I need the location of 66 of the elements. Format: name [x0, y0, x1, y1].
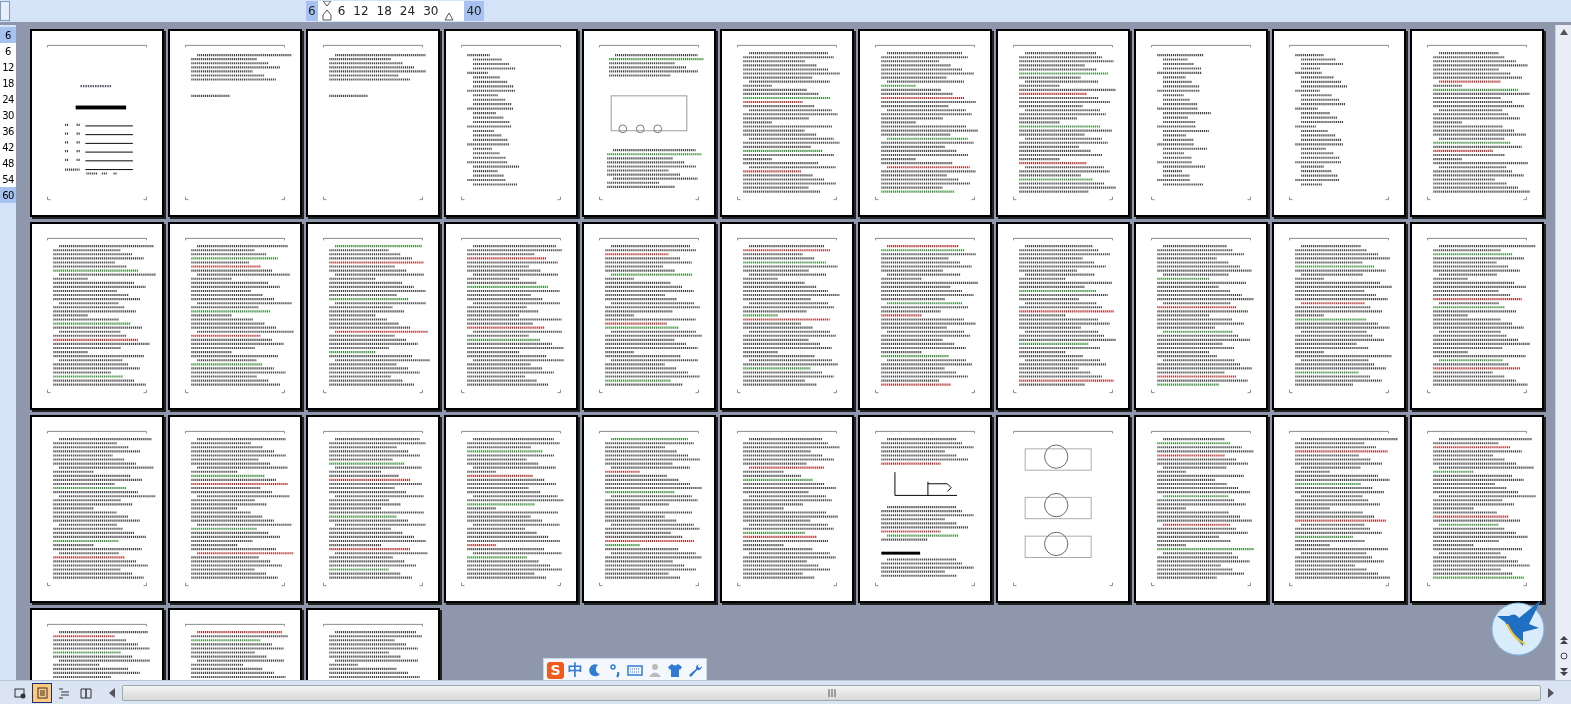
scroll-right-icon[interactable]: [1547, 687, 1555, 698]
ruler-number: 6: [0, 43, 16, 59]
page-thumbnail[interactable]: [1272, 29, 1406, 217]
ruler-number: 24: [0, 91, 16, 107]
page-thumbnail[interactable]: [1134, 222, 1268, 410]
bird-logo-icon[interactable]: [1489, 598, 1547, 656]
ruler-number: 12: [0, 59, 16, 75]
web-layout-icon: [13, 685, 27, 700]
page-thumbnail[interactable]: [1134, 29, 1268, 217]
scroll-left-icon[interactable]: [108, 687, 116, 698]
page-thumbnail[interactable]: [306, 222, 440, 410]
page-thumbnail[interactable]: [582, 222, 716, 410]
page-layout-icon: [35, 685, 49, 700]
page-thumbnail[interactable]: [306, 415, 440, 603]
indent-marker-icon[interactable]: [321, 1, 332, 21]
reading-view-icon: [79, 685, 93, 700]
page-thumbnail[interactable]: [1134, 415, 1268, 603]
ruler-number: 40: [464, 1, 484, 21]
scroll-up-icon[interactable]: [1559, 29, 1568, 35]
wrench-icon[interactable]: [687, 662, 703, 678]
page-thumbnail[interactable]: [168, 29, 302, 217]
page-thumbnail[interactable]: [1410, 415, 1544, 603]
page-thumbnail[interactable]: [582, 29, 716, 217]
ruler-number: 18: [0, 75, 16, 91]
ruler-number: 6: [306, 1, 318, 21]
page-thumbnail[interactable]: [444, 222, 578, 410]
page-thumbnail[interactable]: [30, 29, 164, 217]
scrollbar-thumb[interactable]: [122, 684, 1541, 701]
outline-view-icon: [57, 685, 71, 700]
page-thumbnail[interactable]: [168, 222, 302, 410]
ruler-number: 36: [0, 123, 16, 139]
page-thumbnail[interactable]: [30, 222, 164, 410]
page-thumbnail[interactable]: [996, 415, 1130, 603]
page-thumbnail[interactable]: [996, 29, 1130, 217]
page-thumbnail[interactable]: [168, 415, 302, 603]
page-thumbnail[interactable]: [30, 415, 164, 603]
previous-page-icon[interactable]: [1559, 636, 1568, 644]
page-thumbnail[interactable]: [1272, 222, 1406, 410]
input-method-logo[interactable]: S: [547, 661, 564, 679]
ruler-number: 60: [0, 187, 16, 203]
shirt-icon[interactable]: [667, 662, 683, 678]
ruler-number: 6: [0, 27, 16, 43]
browse-object-icon[interactable]: [1559, 652, 1568, 660]
input-mode-toggle[interactable]: 中: [568, 661, 583, 679]
page-thumbnail[interactable]: [582, 415, 716, 603]
page-thumbnail[interactable]: [858, 222, 992, 410]
page-thumbnail[interactable]: [444, 415, 578, 603]
ruler-number: 42: [0, 139, 16, 155]
page-thumbnail[interactable]: [306, 29, 440, 217]
page-layout-button[interactable]: [32, 682, 52, 703]
ruler-toggle-button[interactable]: [0, 1, 10, 21]
next-page-icon[interactable]: [1559, 668, 1568, 676]
page-thumbnail[interactable]: [720, 29, 854, 217]
keyboard-icon[interactable]: [627, 662, 643, 678]
page-thumbnail[interactable]: [444, 29, 578, 217]
ruler-number: 54: [0, 171, 16, 187]
page-thumbnail[interactable]: [1410, 222, 1544, 410]
page-thumbnail[interactable]: [858, 29, 992, 217]
page-thumbnail[interactable]: [720, 222, 854, 410]
page-thumbnail[interactable]: [858, 415, 992, 603]
page-thumbnail[interactable]: [1272, 415, 1406, 603]
ruler-number: 30: [0, 107, 16, 123]
page-thumbnail[interactable]: [1410, 29, 1544, 217]
page-thumbnail[interactable]: [720, 415, 854, 603]
ruler-number: 48: [0, 155, 16, 171]
page-thumbnail[interactable]: [996, 222, 1130, 410]
